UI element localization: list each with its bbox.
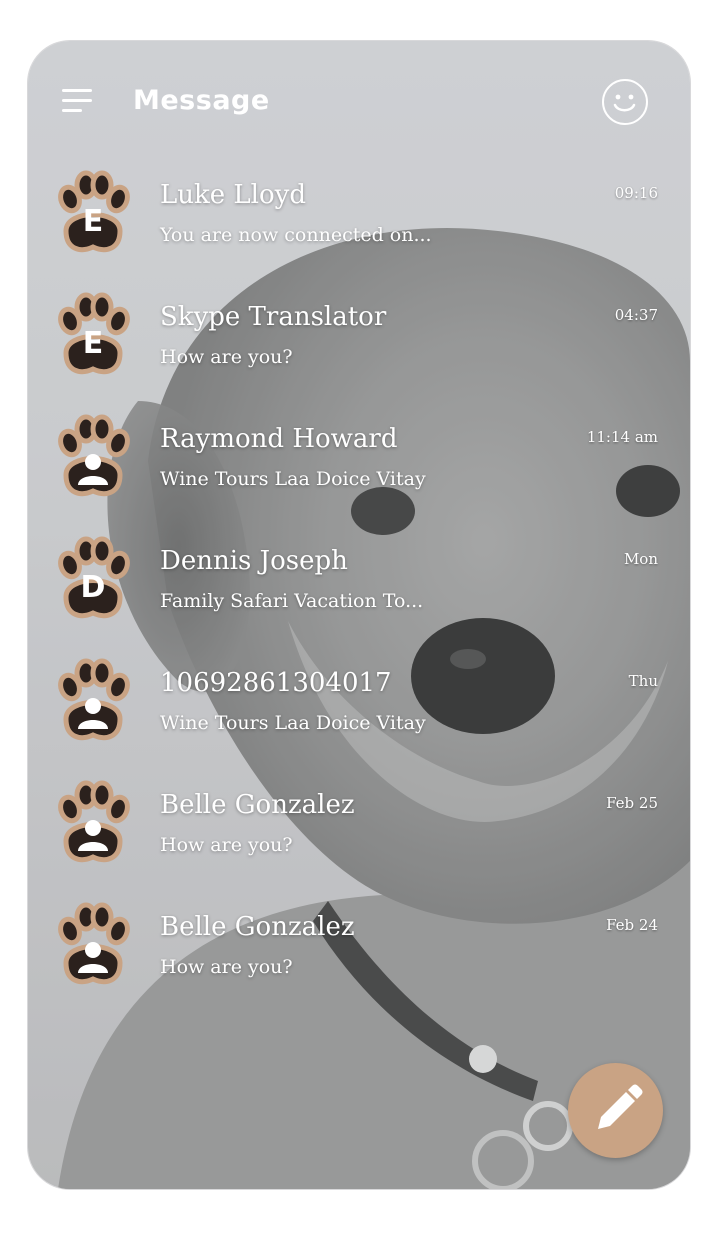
contact-name: Dennis Joseph [160, 546, 348, 576]
avatar-letter: E [83, 204, 104, 239]
message-preview: Wine Tours Laa Doice Vitay [160, 712, 426, 734]
compose-button[interactable] [568, 1063, 663, 1158]
paw-avatar-icon: D [58, 536, 130, 619]
message-preview: Family Safari Vacation To... [160, 590, 424, 612]
conversation-item[interactable]: Belle Gonzalez How are you? Feb 24 [28, 898, 690, 1008]
conversation-item[interactable]: E Skype Translator How are you? 04:37 [28, 288, 690, 398]
message-time: Feb 24 [606, 916, 658, 934]
contact-name: 10692861304017 [160, 668, 392, 698]
contact-name: Belle Gonzalez [160, 790, 355, 820]
message-preview: You are now connected on... [160, 224, 432, 246]
message-preview: How are you? [160, 346, 293, 368]
avatar-letter: E [83, 326, 104, 361]
conversation-item[interactable]: Raymond Howard Wine Tours Laa Doice Vita… [28, 410, 690, 520]
paw-avatar-icon [58, 902, 130, 985]
contact-name: Belle Gonzalez [160, 912, 355, 942]
menu-icon[interactable] [62, 89, 96, 115]
paw-avatar-icon: E [58, 292, 130, 375]
contact-name: Skype Translator [160, 302, 387, 332]
phone-screen: Message E Luke Lloyd You are now connect… [28, 41, 690, 1189]
message-time: 09:16 [614, 184, 658, 202]
paw-avatar-icon: E [58, 170, 130, 253]
avatar-letter: D [81, 570, 106, 605]
pencil-icon [598, 1084, 643, 1129]
message-preview: Wine Tours Laa Doice Vitay [160, 468, 426, 490]
conversation-item[interactable]: Belle Gonzalez How are you? Feb 25 [28, 776, 690, 886]
conversation-item[interactable]: D Dennis Joseph Family Safari Vacation T… [28, 532, 690, 642]
message-time: 11:14 am [586, 428, 658, 446]
contact-name: Luke Lloyd [160, 180, 306, 210]
message-preview: How are you? [160, 956, 293, 978]
message-time: Feb 25 [606, 794, 658, 812]
paw-avatar-icon [58, 780, 130, 863]
app-header: Message [28, 41, 690, 161]
conversation-item[interactable]: 10692861304017 Wine Tours Laa Doice Vita… [28, 654, 690, 764]
paw-avatar-icon [58, 658, 130, 741]
message-time: Thu [628, 672, 658, 690]
message-time: Mon [623, 550, 658, 568]
paw-avatar-icon [58, 414, 130, 497]
smiley-icon[interactable] [602, 79, 648, 125]
page-title: Message [133, 85, 270, 116]
message-preview: How are you? [160, 834, 293, 856]
contact-name: Raymond Howard [160, 424, 398, 454]
conversation-item[interactable]: E Luke Lloyd You are now connected on...… [28, 166, 690, 276]
smiley-face-glyph [613, 94, 636, 112]
message-time: 04:37 [614, 306, 658, 324]
